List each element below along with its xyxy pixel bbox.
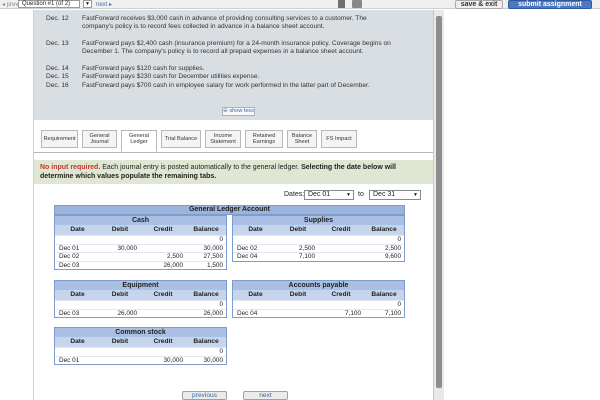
tab-trial-balance[interactable]: Trial Balance [161, 130, 201, 148]
prev-link[interactable]: ◂ prev [2, 1, 18, 8]
tab-balance-sheet[interactable]: Balance Sheet [287, 130, 317, 148]
scroll-thumb[interactable] [436, 16, 442, 388]
date-to-select[interactable]: Dec 31 ▼ [369, 190, 421, 200]
print-icon[interactable] [352, 0, 362, 8]
to-label: to [358, 191, 364, 198]
previous-button[interactable]: previous [182, 391, 227, 400]
tab-strip: Requirement General Journal General Ledg… [41, 130, 411, 152]
table-row: Dec 03 26,000 26,000 [55, 308, 226, 318]
tab-divider [34, 152, 433, 153]
ledger-header: Date Debit Credit Balance [233, 225, 404, 235]
tab-fs-impact[interactable]: FS Impact [321, 130, 357, 148]
table-row: Dec 01 30,000 30,000 [55, 243, 226, 253]
tab-retained-earnings[interactable]: Retained Earnings [245, 130, 283, 148]
dates-label: Dates: [284, 191, 305, 198]
tab-income-statement[interactable]: Income Statement [205, 130, 241, 148]
table-row: 0 [55, 347, 226, 356]
date-from-select[interactable]: Dec 01 ▼ [304, 190, 354, 200]
account-name: Common stock [55, 328, 226, 337]
table-row: 0 [55, 300, 226, 309]
minus-circle-icon: ⊖ [223, 108, 228, 114]
ledger-accounts-payable: Accounts payable Date Debit Credit Balan… [232, 280, 405, 319]
tab-general-journal[interactable]: General Journal [82, 130, 117, 148]
help-icon[interactable] [338, 0, 345, 8]
ledger-common-stock: Common stock Date Debit Credit Balance 0… [54, 327, 227, 366]
account-name: Supplies [233, 216, 404, 225]
account-name: Equipment [55, 281, 226, 290]
question-frame: Dec. 12 FastForward receives $3,000 cash … [33, 10, 433, 400]
save-exit-button[interactable]: save & exit [455, 0, 503, 9]
ledger-equipment: Equipment Date Debit Credit Balance 0 De… [54, 280, 227, 319]
transaction-item: Dec. 16 FastForward pays $700 cash in emp… [46, 82, 370, 89]
ledger-header: Date Debit Credit Balance [55, 225, 226, 235]
table-row: Dec 03 26,000 1,500 [55, 260, 226, 270]
transaction-item: Dec. 14 FastForward pays $120 cash for su… [46, 65, 205, 72]
transaction-item: Dec. 13 FastForward pays $2,400 cash (ins… [46, 40, 391, 55]
table-row: 0 [55, 235, 226, 244]
table-row: Dec 02 2,500 27,500 [55, 252, 226, 261]
ledger-supplies: Supplies Date Debit Credit Balance 0 Dec… [232, 215, 405, 262]
chevron-down-icon[interactable]: ▼ [83, 0, 92, 8]
show-less-button[interactable]: ⊖ show less [222, 107, 255, 116]
ledger-cash: Cash Date Debit Credit Balance 0 Dec 01 3… [54, 215, 227, 271]
right-panel [444, 10, 600, 400]
problem-statement: Dec. 12 FastForward receives $3,000 cash … [34, 10, 433, 120]
table-row: Dec 04 7,100 9,600 [233, 252, 404, 261]
account-name: Cash [55, 216, 226, 225]
next-button[interactable]: next [243, 391, 288, 400]
table-row: 0 [233, 235, 404, 244]
chevron-down-icon: ▼ [346, 192, 351, 198]
table-row: 0 [233, 300, 404, 309]
ledger-header: Date Debit Credit Balance [233, 290, 404, 300]
table-row: Dec 02 2,500 2,500 [233, 243, 404, 253]
table-row: Dec 01 30,000 30,000 [55, 355, 226, 365]
transaction-item: Dec. 15 FastForward pays $230 cash for De… [46, 73, 260, 80]
ledger-header: Date Debit Credit Balance [55, 290, 226, 300]
question-select[interactable]: Question #1 (of 2) [18, 0, 80, 8]
tab-requirement[interactable]: Requirement [41, 130, 78, 148]
scrollbar[interactable] [433, 10, 444, 400]
submit-assignment-button[interactable]: submit assignment [508, 0, 592, 9]
table-row: Dec 04 7,100 7,100 [233, 308, 404, 318]
ledger-title: General Ledger Account [54, 205, 405, 215]
ledger-header: Date Debit Credit Balance [55, 337, 226, 347]
instruction-notice: No input required. Each journal entry is… [34, 160, 433, 184]
chevron-down-icon: ▼ [413, 192, 418, 198]
transaction-item: Dec. 12 FastForward receives $3,000 cash … [46, 15, 367, 30]
tab-general-ledger[interactable]: General Ledger [121, 130, 157, 152]
top-bar: ◂ prev Question #1 (of 2) ▼ next ▸ save … [0, 0, 600, 9]
next-link[interactable]: next ▸ [96, 1, 112, 8]
account-name: Accounts payable [233, 281, 404, 290]
